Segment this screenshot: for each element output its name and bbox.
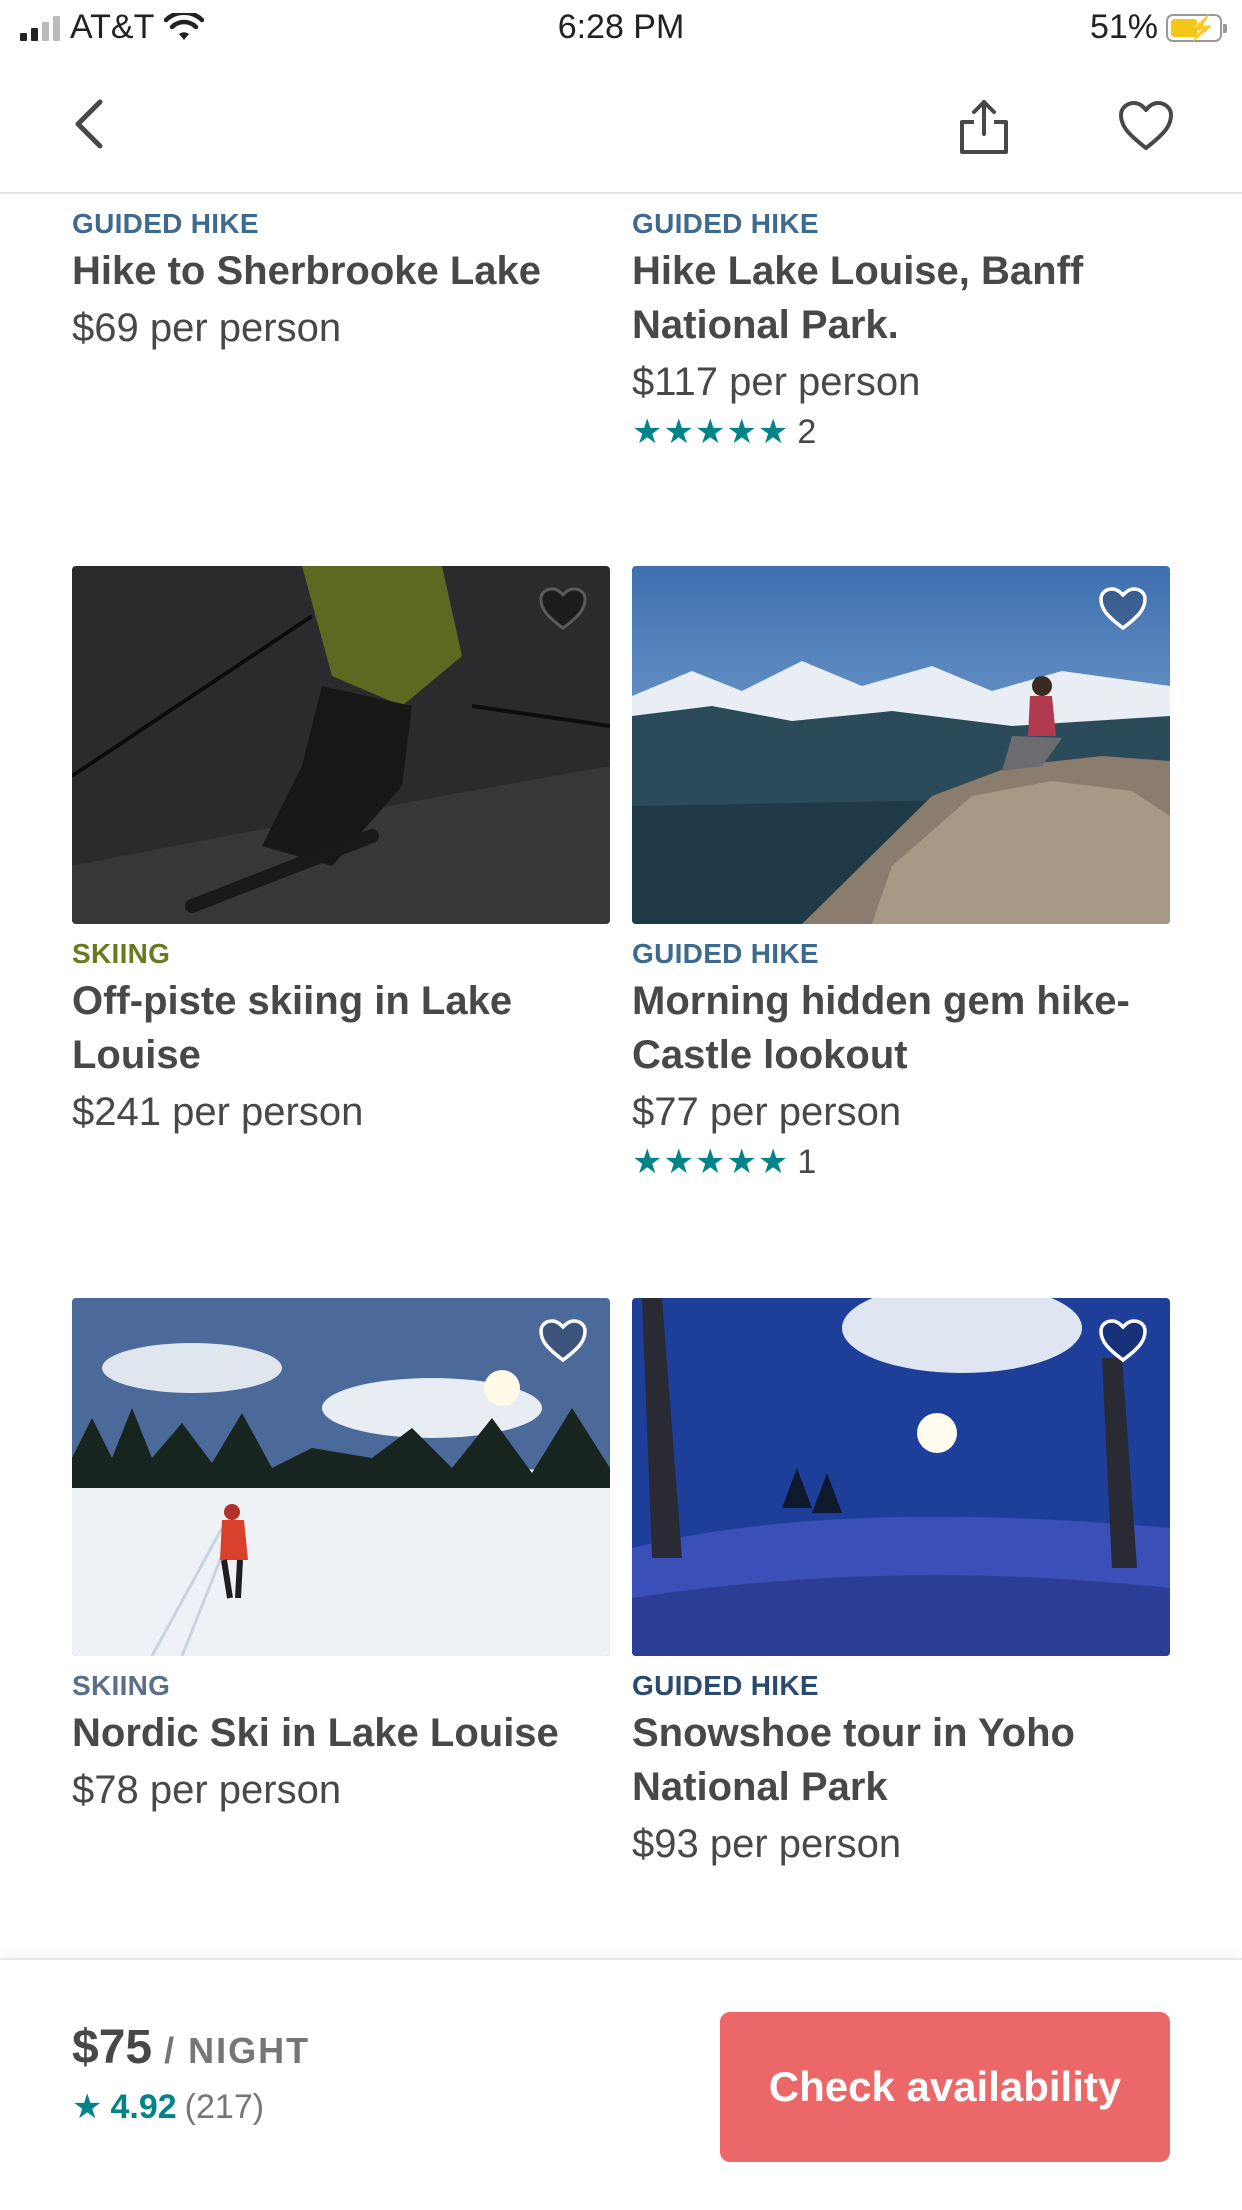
listing-price: $117 per person (632, 360, 921, 404)
listing-card[interactable]: SKIING Off-piste skiing in Lake Louise $… (72, 566, 610, 1140)
favorite-heart-icon[interactable] (538, 1318, 588, 1364)
star-icon: ★ (72, 2088, 103, 2126)
battery-percent: 51% (1089, 8, 1158, 46)
heart-icon[interactable] (1118, 100, 1174, 152)
star-rating-icon: ★★★★★ (632, 1143, 790, 1181)
listing-card[interactable]: GUIDED HIKE Hike Lake Louise, Banff Nati… (632, 194, 1170, 452)
nav-header (0, 60, 1242, 194)
listing-title: Hike to Sherbrooke Lake (72, 249, 542, 293)
listing-photo[interactable] (72, 566, 610, 924)
price-amount: $75 (72, 2021, 153, 2074)
listing-photo[interactable] (632, 566, 1170, 924)
review-count: 2 (797, 412, 817, 451)
chevron-left-icon[interactable] (62, 96, 116, 152)
listing-category: SKIING (72, 1670, 171, 1701)
battery-icon: ⚡ (1166, 13, 1227, 42)
favorite-heart-icon[interactable] (1098, 586, 1148, 632)
listing-price: $78 per person (72, 1768, 342, 1812)
battery-status: 51% ⚡ (1089, 8, 1227, 47)
check-availability-button[interactable]: Check availability (720, 2012, 1170, 2162)
price-unit: / NIGHT (152, 2030, 311, 2071)
listing-category: GUIDED HIKE (632, 208, 819, 239)
review-count: 1 (797, 1142, 817, 1181)
listing-title: Hike Lake Louise, Banff National Park. (632, 249, 1084, 347)
listing-category: GUIDED HIKE (72, 208, 259, 239)
listing-category: GUIDED HIKE (632, 1670, 819, 1701)
listing-card[interactable]: GUIDED HIKE Hike to Sherbrooke Lake $69 … (72, 194, 610, 356)
status-bar: AT&T 6:28 PM 51% ⚡ (0, 0, 1242, 60)
listing-photo[interactable] (72, 1298, 610, 1656)
listing-card[interactable]: GUIDED HIKE Morning hidden gem hike- Cas… (632, 566, 1170, 1182)
listing-category: GUIDED HIKE (632, 938, 819, 969)
share-icon[interactable] (954, 96, 1014, 156)
listing-rating: ★★★★★ 1 (632, 1142, 1170, 1182)
star-rating-icon: ★★★★★ (632, 413, 790, 451)
listing-price: $93 per person (632, 1822, 902, 1866)
nightly-price: $75 / NIGHT ★ 4.92 (217) (72, 2020, 310, 2127)
listing-title: Morning hidden gem hike- Castle lookout (632, 979, 1130, 1077)
clock: 6:28 PM (557, 8, 685, 46)
rating-count: (217) (184, 2087, 265, 2126)
rating-value: 4.92 (110, 2087, 177, 2126)
listing-price: $241 per person (72, 1090, 364, 1134)
listing-title: Nordic Ski in Lake Louise (72, 1711, 559, 1755)
listing-title: Off-piste skiing in Lake Louise (72, 979, 513, 1077)
listing-card[interactable]: SKIING Nordic Ski in Lake Louise $78 per… (72, 1298, 610, 1818)
listing-price: $77 per person (632, 1090, 902, 1134)
booking-bar: $75 / NIGHT ★ 4.92 (217) Check availabil… (0, 1958, 1242, 2210)
listing-price: $69 per person (72, 306, 342, 350)
listing-category: SKIING (72, 938, 171, 969)
listing-title: Snowshoe tour in Yoho National Park (632, 1711, 1075, 1809)
favorite-heart-icon[interactable] (538, 586, 588, 632)
listing-score: ★ 4.92 (217) (72, 2087, 310, 2127)
listing-photo[interactable] (632, 1298, 1170, 1656)
favorite-heart-icon[interactable] (1098, 1318, 1148, 1364)
listing-card[interactable]: GUIDED HIKE Snowshoe tour in Yoho Nation… (632, 1298, 1170, 1872)
listing-rating: ★★★★★ 2 (632, 412, 1170, 452)
